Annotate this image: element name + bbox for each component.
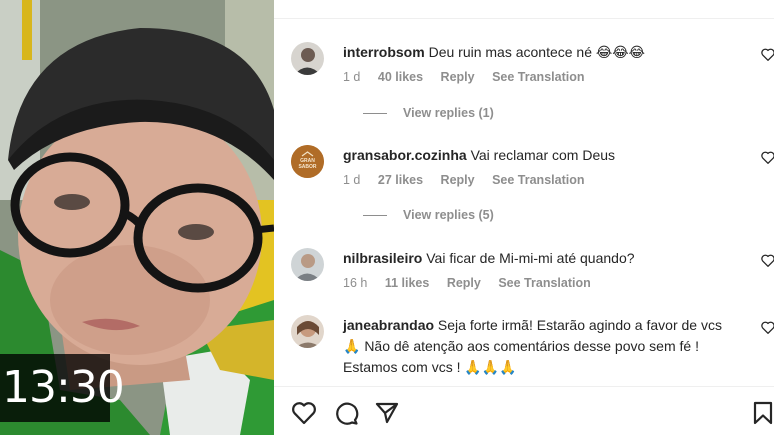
like-heart-icon[interactable] — [761, 48, 774, 61]
comment-likes[interactable]: 27 likes — [378, 173, 423, 187]
comment-age: 1 d — [343, 173, 361, 187]
comment-meta: 16 h 11 likes Reply See Translation — [343, 276, 605, 290]
see-translation-button[interactable]: See Translation — [498, 276, 590, 290]
avatar[interactable] — [291, 315, 324, 348]
comment-username[interactable]: nilbrasileiro — [343, 250, 422, 266]
see-translation-button[interactable]: See Translation — [492, 70, 584, 84]
replies-line — [363, 113, 387, 115]
avatar-logo-text: GRAN SABOR — [298, 158, 317, 170]
video-timestamp: 13:30 — [0, 354, 125, 422]
like-heart-icon[interactable] — [761, 151, 774, 164]
user-photo-icon — [291, 248, 324, 281]
comment-text: Vai ficar de Mi-mi-mi até quando? — [426, 250, 635, 266]
view-replies-label: View replies (1) — [403, 106, 494, 120]
like-heart-icon[interactable] — [761, 254, 774, 267]
post-action-bar — [274, 392, 774, 435]
comment-username[interactable]: gransabor.cozinha — [343, 147, 467, 163]
comment-likes[interactable]: 40 likes — [378, 70, 423, 84]
user-photo-icon — [291, 315, 324, 348]
comment-username[interactable]: janeabrandao — [343, 317, 434, 333]
avatar[interactable]: GRAN SABOR — [291, 145, 324, 178]
avatar[interactable] — [291, 248, 324, 281]
comments-panel: interrobsom Deu ruin mas acontece né 😂😂😂… — [274, 0, 774, 435]
reply-button[interactable]: Reply — [441, 70, 475, 84]
reply-button[interactable]: Reply — [441, 173, 475, 187]
comment-text: Deu ruin mas acontece né 😂😂😂 — [428, 44, 645, 60]
comment-likes[interactable]: 11 likes — [385, 276, 430, 290]
share-icon[interactable] — [374, 400, 400, 426]
see-translation-button[interactable]: See Translation — [492, 173, 584, 187]
user-photo-icon — [291, 42, 324, 75]
replies-line — [363, 215, 387, 217]
view-replies-button[interactable]: View replies (5) — [363, 208, 494, 222]
video-player[interactable]: 13:30 — [0, 0, 274, 435]
heart-icon[interactable] — [291, 400, 317, 426]
comment-age: 1 d — [343, 70, 361, 84]
reply-button[interactable]: Reply — [447, 276, 481, 290]
like-heart-icon[interactable] — [761, 321, 774, 334]
comment-meta: 1 d 40 likes Reply See Translation — [343, 70, 598, 84]
view-replies-button[interactable]: View replies (1) — [363, 106, 494, 120]
view-replies-label: View replies (5) — [403, 208, 494, 222]
bookmark-icon[interactable] — [750, 400, 774, 426]
comment-icon[interactable] — [333, 400, 359, 426]
avatar[interactable] — [291, 42, 324, 75]
divider — [274, 386, 774, 387]
comment-text: Vai reclamar com Deus — [470, 147, 616, 163]
comment-age: 16 h — [343, 276, 368, 290]
comment-meta: 1 d 27 likes Reply See Translation — [343, 173, 598, 187]
comment-username[interactable]: interrobsom — [343, 44, 425, 60]
divider — [274, 18, 774, 19]
